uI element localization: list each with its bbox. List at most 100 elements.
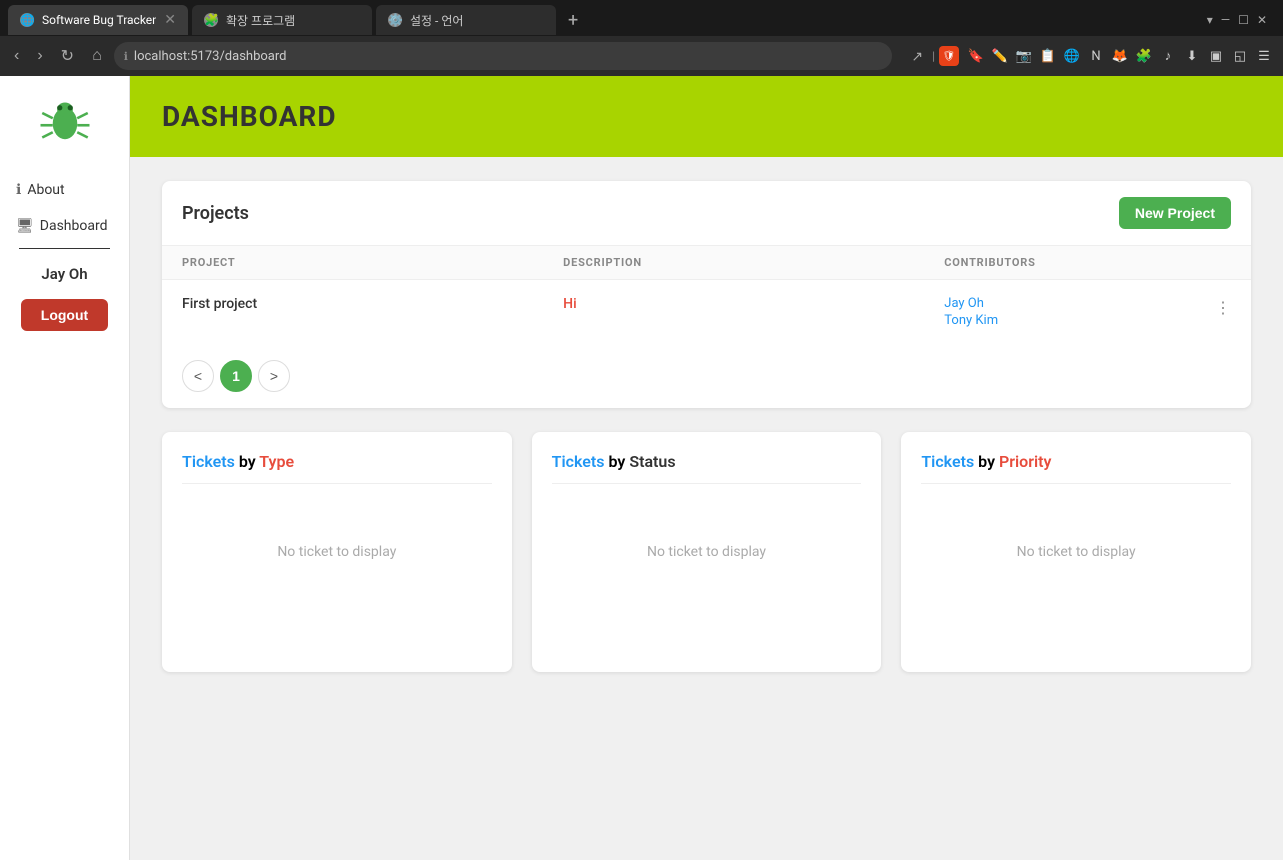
pagination: < 1 > xyxy=(162,344,1251,408)
ext-btn-7[interactable]: 🦊 xyxy=(1109,45,1131,67)
projects-card: Projects New Project PROJECT DESCRIPTION… xyxy=(162,181,1251,408)
chart-title-word1: Tickets xyxy=(182,452,235,471)
sidebar-navigation: ℹ About 🖥 Dashboard xyxy=(8,176,121,240)
content-area: Projects New Project PROJECT DESCRIPTION… xyxy=(130,157,1283,696)
chart-priority-word2: Priority xyxy=(999,452,1051,471)
contributors-list: Jay Oh Tony Kim xyxy=(944,296,1231,328)
page-header: DASHBOARD xyxy=(130,76,1283,157)
page-title: DASHBOARD xyxy=(162,100,1251,133)
tickets-by-status-title: Tickets by Status xyxy=(552,452,862,471)
forward-button[interactable]: › xyxy=(31,43,48,69)
address-bar[interactable]: ℹ localhost:5173/dashboard xyxy=(114,42,893,70)
ext-btn-9[interactable]: ♪ xyxy=(1157,45,1179,67)
ext-btn-2[interactable]: ✏️ xyxy=(989,45,1011,67)
window-minimize[interactable]: ▾ xyxy=(1207,13,1213,27)
brave-shield-icon[interactable]: 🛡 xyxy=(939,46,959,66)
bug-icon xyxy=(37,92,93,152)
sidebar-dashboard-label: Dashboard xyxy=(40,218,108,234)
chart-divider-3 xyxy=(921,483,1231,484)
ext-btn-3[interactable]: 📷 xyxy=(1013,45,1035,67)
home-button[interactable]: ⌂ xyxy=(86,43,108,69)
tickets-by-status-card: Tickets by Status No ticket to display xyxy=(532,432,882,672)
no-ticket-status: No ticket to display xyxy=(552,544,862,560)
col-contributors: CONTRIBUTORS xyxy=(924,246,1251,280)
ext-btn-12[interactable]: ◱ xyxy=(1229,45,1251,67)
ext-btn-4[interactable]: 📋 xyxy=(1037,45,1059,67)
new-tab-button[interactable]: + xyxy=(560,10,586,31)
sidebar-divider xyxy=(19,248,109,249)
tab-close-button[interactable]: ✕ xyxy=(164,13,176,27)
url-display: localhost:5173/dashboard xyxy=(134,49,882,64)
tab-ext-favicon: 🧩 xyxy=(204,13,218,27)
menu-button[interactable]: ☰ xyxy=(1253,45,1275,67)
page-1-button[interactable]: 1 xyxy=(220,360,252,392)
projects-card-header: Projects New Project xyxy=(162,181,1251,245)
prev-page-button[interactable]: < xyxy=(182,360,214,392)
tab-settings[interactable]: ⚙️ 설정 - 언어 xyxy=(376,5,556,35)
tab-title: Software Bug Tracker xyxy=(42,13,156,27)
ext-btn-6[interactable]: N xyxy=(1085,45,1107,67)
chart-divider-2 xyxy=(552,483,862,484)
description-link[interactable]: Hi xyxy=(563,296,577,312)
no-ticket-type: No ticket to display xyxy=(182,544,492,560)
contributor-name: Jay Oh xyxy=(944,296,1231,311)
projects-table: PROJECT DESCRIPTION CONTRIBUTORS First p… xyxy=(162,245,1251,344)
ext-btn-1[interactable]: 🔖 xyxy=(965,45,987,67)
chart-divider-1 xyxy=(182,483,492,484)
sidebar-item-about[interactable]: ℹ About xyxy=(8,176,121,204)
tab-ext-title: 확장 프로그램 xyxy=(226,12,360,29)
tickets-by-priority-title: Tickets by Priority xyxy=(921,452,1231,471)
chart-status-word2: Status xyxy=(629,452,675,471)
col-project: PROJECT xyxy=(162,246,543,280)
sidebar-username: Jay Oh xyxy=(41,265,87,283)
window-maximize[interactable]: — xyxy=(1221,13,1230,27)
back-button[interactable]: ‹ xyxy=(8,43,25,69)
tab-settings-favicon: ⚙️ xyxy=(388,13,402,27)
project-description-cell: Hi xyxy=(543,280,924,345)
tab-favicon: 🌐 xyxy=(20,13,34,27)
window-close[interactable]: ✕ xyxy=(1257,13,1267,27)
table-row: First project Hi Jay OhTony Kim ⋮ xyxy=(162,280,1251,345)
tab-settings-title: 설정 - 언어 xyxy=(410,12,544,29)
extensions-bar: 🔖 ✏️ 📷 📋 🌐 N 🦊 🧩 ♪ ⬇ ▣ ◱ ☰ xyxy=(965,45,1275,67)
reload-button[interactable]: ↻ xyxy=(55,42,80,70)
ext-btn-10[interactable]: ⬇ xyxy=(1181,45,1203,67)
navigation-bar: ‹ › ↻ ⌂ ℹ localhost:5173/dashboard ↗ | 🛡… xyxy=(0,36,1283,76)
app-logo xyxy=(35,92,95,152)
chart-title-by: by xyxy=(235,452,259,471)
nav-actions: ↗ | 🛡 xyxy=(906,45,959,68)
contributor-name: Tony Kim xyxy=(944,313,1231,328)
share-button[interactable]: ↗ xyxy=(906,45,928,68)
dashboard-icon: 🖥 xyxy=(16,218,34,234)
chart-status-by: by xyxy=(605,452,630,471)
ext-btn-8[interactable]: 🧩 xyxy=(1133,45,1155,67)
tickets-by-type-title: Tickets by Type xyxy=(182,452,492,471)
tab-software-bug-tracker[interactable]: 🌐 Software Bug Tracker ✕ xyxy=(8,5,188,35)
project-name: First project xyxy=(182,296,257,312)
main-content: DASHBOARD Projects New Project PROJECT D… xyxy=(130,76,1283,860)
ext-btn-11[interactable]: ▣ xyxy=(1205,45,1227,67)
chart-status-word1: Tickets xyxy=(552,452,605,471)
next-page-button[interactable]: > xyxy=(258,360,290,392)
col-description: DESCRIPTION xyxy=(543,246,924,280)
window-restore[interactable]: ☐ xyxy=(1238,13,1249,27)
sidebar-about-label: About xyxy=(27,182,64,198)
sidebar-item-dashboard[interactable]: 🖥 Dashboard xyxy=(8,212,121,240)
security-icon: ℹ xyxy=(124,50,128,63)
sidebar: ℹ About 🖥 Dashboard Jay Oh Logout xyxy=(0,76,130,860)
about-icon: ℹ xyxy=(16,182,21,198)
chart-priority-by: by xyxy=(974,452,999,471)
ext-btn-5[interactable]: 🌐 xyxy=(1061,45,1083,67)
tickets-by-priority-card: Tickets by Priority No ticket to display xyxy=(901,432,1251,672)
project-name-cell: First project xyxy=(162,280,543,345)
table-header-row: PROJECT DESCRIPTION CONTRIBUTORS xyxy=(162,246,1251,280)
logout-button[interactable]: Logout xyxy=(21,299,108,331)
new-project-button[interactable]: New Project xyxy=(1119,197,1231,229)
chart-priority-word1: Tickets xyxy=(921,452,974,471)
window-controls: ▾ — ☐ ✕ xyxy=(1207,13,1275,27)
chart-title-type: Type xyxy=(259,452,294,471)
browser-chrome: 🌐 Software Bug Tracker ✕ 🧩 확장 프로그램 ⚙️ 설정… xyxy=(0,0,1283,76)
tab-bar: 🌐 Software Bug Tracker ✕ 🧩 확장 프로그램 ⚙️ 설정… xyxy=(0,0,1283,36)
tab-extensions[interactable]: 🧩 확장 프로그램 xyxy=(192,5,372,35)
projects-card-title: Projects xyxy=(182,203,249,224)
